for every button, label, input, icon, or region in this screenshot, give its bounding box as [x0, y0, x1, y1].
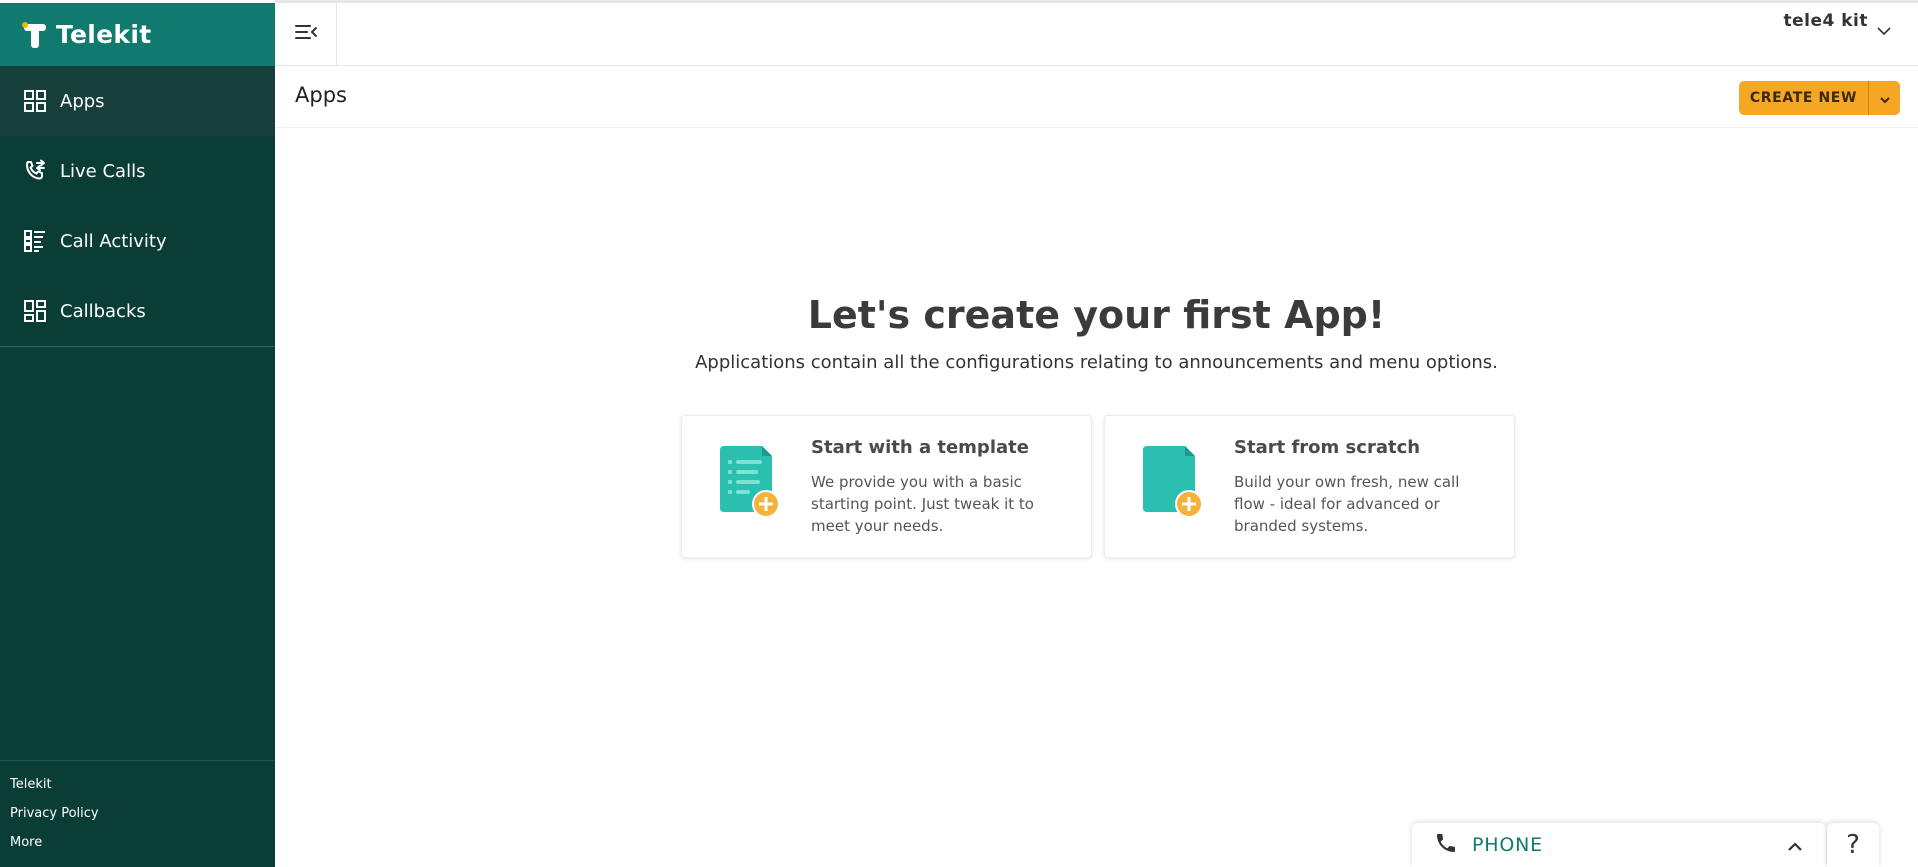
collapse-menu-icon: [294, 22, 318, 46]
start-with-template-card[interactable]: Start with a template We provide you wit…: [681, 415, 1092, 558]
sidebar-item-callbacks[interactable]: Callbacks: [0, 276, 275, 346]
chevron-down-icon: [1876, 21, 1892, 40]
phone-widget-label: PHONE: [1472, 834, 1543, 856]
template-document-plus-icon: [718, 446, 782, 518]
chevron-down-icon: [1879, 89, 1891, 108]
list-icon: [22, 228, 48, 254]
card-title: Start from scratch: [1234, 437, 1421, 458]
grid-icon: [22, 88, 48, 114]
chevron-up-icon[interactable]: [1786, 837, 1804, 856]
card-description: Build your own fresh, new call flow - id…: [1234, 473, 1460, 535]
brand-logo[interactable]: Telekit: [0, 0, 275, 66]
empty-state-subheading: Applications contain all the configurati…: [695, 352, 1498, 373]
phone-widget[interactable]: PHONE: [1412, 823, 1826, 867]
sidebar-item-label: Callbacks: [60, 300, 146, 322]
footer-link-privacy-policy[interactable]: Privacy Policy: [10, 806, 275, 835]
sidebar-item-call-activity[interactable]: Call Activity: [0, 206, 275, 276]
create-new-button[interactable]: CREATE NEW: [1738, 81, 1900, 115]
sidebar-item-apps[interactable]: Apps: [0, 66, 275, 136]
blank-document-plus-icon: [1141, 446, 1205, 518]
collapse-menu-button[interactable]: [275, 3, 337, 65]
user-name: tele4 kit: [1783, 11, 1868, 31]
topbar: tele4 kit: [275, 0, 1918, 66]
sidebar-nav: Apps Live Calls Call Activity Callbacks: [0, 66, 275, 347]
phone-icon: [1434, 831, 1458, 859]
footer-link-more[interactable]: More: [10, 835, 275, 864]
user-menu[interactable]: tele4 kit: [1783, 11, 1892, 40]
create-new-dropdown-toggle[interactable]: [1868, 81, 1900, 115]
sidebar-item-label: Apps: [60, 90, 105, 112]
phone-transfer-icon: [22, 158, 48, 184]
callback-icon: [22, 298, 48, 324]
card-title: Start with a template: [811, 437, 1029, 458]
empty-state-heading: Let's create your first App!: [807, 293, 1386, 337]
footer-link-telekit[interactable]: Telekit: [10, 777, 275, 806]
brand-name: Telekit: [56, 20, 152, 49]
card-description: We provide you with a basic starting poi…: [811, 473, 1034, 535]
help-button[interactable]: ?: [1827, 823, 1879, 867]
start-from-scratch-card[interactable]: Start from scratch Build your own fresh,…: [1104, 415, 1515, 558]
sidebar-item-label: Call Activity: [60, 230, 167, 252]
telekit-logo-icon: [22, 21, 48, 48]
page-header: Apps CREATE NEW: [275, 66, 1918, 128]
create-new-label: CREATE NEW: [1749, 90, 1857, 106]
sidebar: Telekit Apps Live Calls Call Activity Ca…: [0, 0, 275, 867]
page-title: Apps: [295, 83, 347, 107]
sidebar-item-label: Live Calls: [60, 160, 146, 182]
sidebar-item-live-calls[interactable]: Live Calls: [0, 136, 275, 206]
sidebar-footer: Telekit Privacy Policy More: [0, 760, 275, 864]
